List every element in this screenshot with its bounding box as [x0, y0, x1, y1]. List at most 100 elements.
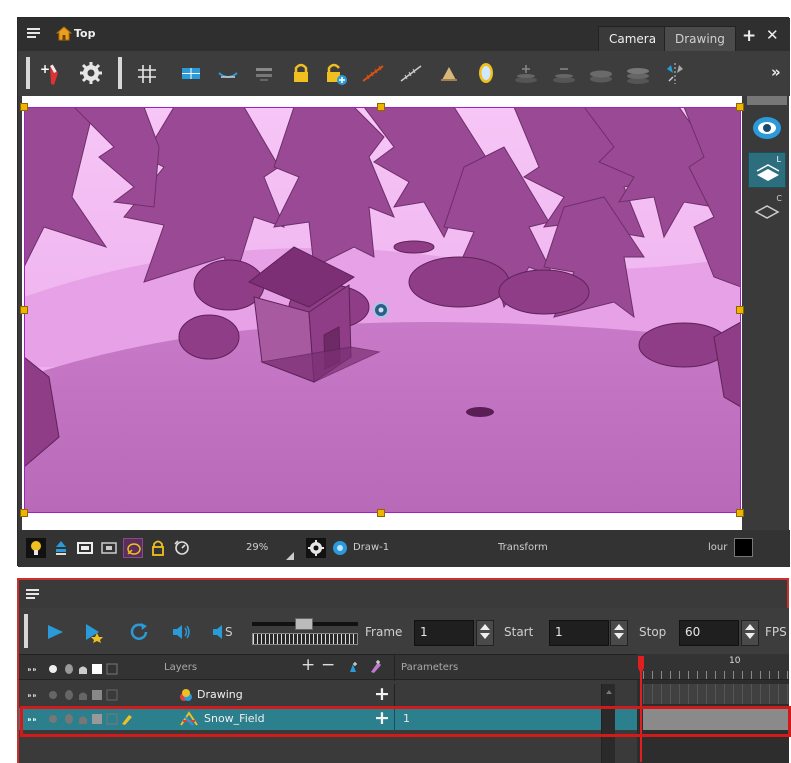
transform-handle-bottom-left[interactable]: [20, 509, 28, 517]
animate-mode-icon[interactable]: +: [38, 59, 64, 87]
field-guide-icon[interactable]: [178, 59, 204, 87]
play-icon[interactable]: [43, 621, 67, 643]
frame-field[interactable]: 1: [414, 620, 474, 646]
start-field[interactable]: 1: [549, 620, 609, 646]
camera-toolbar: + »: [18, 51, 790, 96]
transform-handle-top-right[interactable]: [736, 103, 744, 111]
svg-text:⁍⁍: ⁍⁍: [27, 691, 37, 701]
layers-header-label: Layers: [164, 662, 198, 673]
eye-icon[interactable]: [748, 110, 786, 146]
layer-row-toggles[interactable]: ⁍⁍: [27, 689, 137, 701]
svg-text:⁍⁍: ⁍⁍: [27, 665, 37, 675]
drawing-bounding-box: [24, 107, 741, 513]
drawing-layer-icon: [180, 689, 192, 701]
add-peg-icon[interactable]: [346, 660, 360, 674]
camera-mask-icon[interactable]: [99, 538, 119, 558]
stop-label: Stop: [639, 625, 667, 639]
layer-properties-icon[interactable]: [369, 659, 383, 674]
playback-toolbar-grip: [24, 614, 28, 648]
line-art-layer-button[interactable]: L: [748, 152, 786, 188]
hamburger-menu-icon[interactable]: [27, 28, 40, 39]
camera-title-bar: Top Camera Drawing + ✕: [18, 18, 790, 51]
layer-add-icon[interactable]: +: [374, 683, 390, 705]
frame-stepper[interactable]: [476, 620, 494, 646]
layer-row-drawing[interactable]: ⁍⁍ Drawing +: [19, 683, 639, 706]
timeline-menu-icon[interactable]: [26, 589, 39, 600]
transform-handle-left[interactable]: [20, 306, 28, 314]
symmetry-icon[interactable]: [662, 59, 688, 87]
zoom-level[interactable]: 29%: [246, 542, 268, 553]
playback-toolbar: S Frame 1 Start 1 Stop 60 FPS: [19, 608, 789, 654]
line-art-label: L: [776, 155, 781, 164]
svg-text:+: +: [40, 62, 50, 76]
onion-skin-range-icon[interactable]: [398, 59, 424, 87]
add-layer-icon[interactable]: +: [301, 655, 315, 675]
start-stepper[interactable]: [610, 620, 628, 646]
transform-handle-right[interactable]: [736, 306, 744, 314]
drawing-layer-frames[interactable]: [643, 684, 789, 704]
grid-icon[interactable]: [134, 59, 160, 87]
fps-label: FPS: [765, 625, 787, 639]
layer-stack-4-icon[interactable]: [625, 59, 651, 87]
reset-view-icon[interactable]: [172, 538, 192, 558]
drawing-select-icon[interactable]: [330, 538, 350, 558]
transform-handle-bottom[interactable]: [377, 509, 385, 517]
line-art-layer-icon: [756, 164, 780, 181]
playback-speed-slider[interactable]: [252, 618, 358, 646]
light-bulb-button[interactable]: [26, 538, 46, 558]
gear-icon: [308, 540, 324, 556]
stop-stepper[interactable]: [741, 620, 759, 646]
sound-icon[interactable]: [170, 621, 194, 643]
onion-icon: [127, 543, 141, 555]
frame-label: Frame: [365, 625, 403, 639]
light-bulb-icon: [31, 541, 41, 555]
layer-stack-2-icon[interactable]: [551, 59, 577, 87]
current-colour-swatch[interactable]: [734, 538, 753, 557]
remove-layer-icon[interactable]: −: [321, 655, 335, 675]
colour-art-label: C: [776, 194, 782, 203]
transform-handle-top[interactable]: [377, 103, 385, 111]
light-table-icon[interactable]: [251, 59, 277, 87]
easy-flipping-icon[interactable]: [360, 59, 386, 87]
parameters-header-label: Parameters: [401, 662, 459, 673]
start-label: Start: [504, 625, 534, 639]
loop-icon[interactable]: [128, 621, 152, 643]
speed-slider-handle[interactable]: [295, 618, 313, 630]
highlighted-layer-row-frame: [20, 706, 791, 737]
mirror-icon[interactable]: [473, 59, 499, 87]
frame-ruler[interactable]: 10: [637, 654, 789, 680]
layer-name[interactable]: Drawing: [197, 688, 243, 701]
more-tools-icon[interactable]: »: [771, 63, 781, 81]
stop-field[interactable]: 60: [679, 620, 739, 646]
safe-area-icon[interactable]: [75, 538, 95, 558]
close-view-icon[interactable]: ✕: [766, 26, 779, 44]
camera-status-bar: 29% Draw-1 Transform lour: [18, 530, 790, 567]
onion-skin-toggle-button[interactable]: [123, 538, 143, 558]
camera-view-window: Top Camera Drawing + ✕ + » L C 29% Draw-…: [17, 17, 790, 567]
add-view-icon[interactable]: +: [742, 26, 756, 46]
lock-icon[interactable]: [288, 59, 314, 87]
tab-camera[interactable]: Camera: [598, 26, 668, 51]
peg-icon[interactable]: [51, 538, 71, 558]
quality-settings-button[interactable]: [306, 538, 326, 558]
transform-handle-top-left[interactable]: [20, 103, 28, 111]
transform-handle-bottom-right[interactable]: [736, 509, 744, 517]
onion-skin-icon[interactable]: [215, 59, 241, 87]
view-mode-strip: L C: [745, 96, 789, 530]
status-lock-icon[interactable]: [148, 538, 168, 558]
layer-stack-1-icon[interactable]: [513, 59, 539, 87]
lock-add-icon[interactable]: [323, 59, 349, 87]
settings-gear-icon[interactable]: [78, 59, 104, 87]
camera-stage[interactable]: [24, 107, 741, 513]
frame-tick-label: 10: [729, 656, 741, 666]
home-icon[interactable]: [56, 26, 72, 41]
strip-scroll-handle[interactable]: [747, 96, 787, 105]
colour-art-layer-button[interactable]: C: [748, 192, 786, 228]
tab-drawing[interactable]: Drawing: [664, 26, 736, 51]
zoom-dropdown-icon[interactable]: [286, 552, 294, 560]
layer-header-toggles[interactable]: ⁍⁍: [27, 663, 137, 675]
sound-scrub-label: S: [225, 625, 233, 639]
layer-stack-3-icon[interactable]: [588, 59, 614, 87]
play-selection-icon[interactable]: [83, 621, 107, 643]
shade-icon[interactable]: [436, 59, 462, 87]
